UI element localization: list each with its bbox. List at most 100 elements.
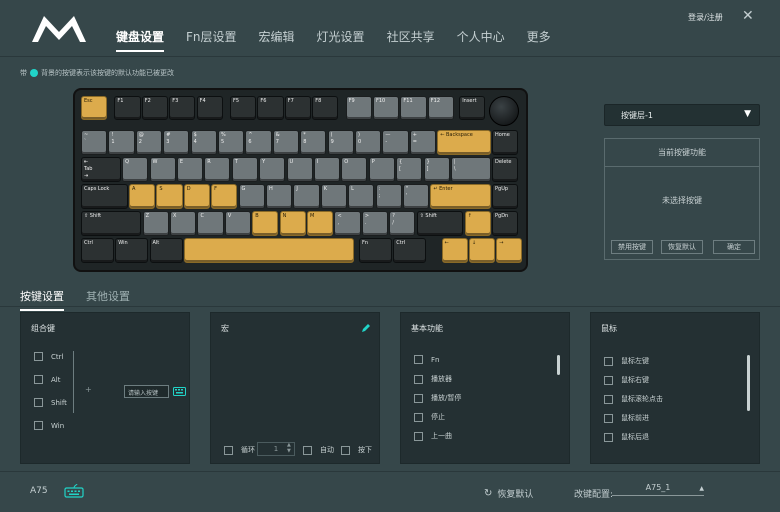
key-5-4[interactable]: Fn [359, 238, 393, 263]
key-4-7[interactable]: M [307, 211, 334, 236]
mouse-item-right[interactable]: 鼠标右键 [604, 375, 649, 385]
checkbox-box[interactable] [604, 394, 613, 404]
disable-key-button[interactable]: 禁用按键 [611, 240, 653, 254]
keyboard-device-icon[interactable] [64, 484, 84, 498]
tab-key-settings[interactable]: 按键设置 [20, 288, 64, 311]
basic-item-play-pause[interactable]: 播放/暂停 [414, 393, 461, 403]
key-3-12[interactable]: ↵ Enter [430, 184, 491, 209]
key-5-6[interactable]: ← [441, 238, 468, 263]
key-1-4[interactable]: $ 4 [190, 130, 217, 155]
macro-auto-checkbox[interactable]: 自动 [303, 445, 334, 455]
login-link[interactable]: 登录/注册 [688, 12, 723, 23]
mouse-scrollbar[interactable] [747, 355, 750, 411]
key-1-8[interactable]: * 8 [300, 130, 327, 155]
key-1-6[interactable]: ^ 6 [245, 130, 272, 155]
basic-item-previous[interactable]: 上一曲 [414, 431, 452, 441]
basic-scrollbar[interactable] [557, 355, 560, 375]
close-icon[interactable]: ✕ [742, 8, 754, 24]
key-1-13[interactable]: ← Backspace [437, 130, 491, 155]
key-2-12[interactable]: } ] [423, 157, 450, 182]
nav-fn-layer[interactable]: Fn层设置 [186, 28, 237, 52]
key-0-0[interactable]: Esc [81, 96, 108, 120]
key-2-8[interactable]: I [313, 157, 341, 182]
modifier-ctrl-checkbox[interactable]: Ctrl [34, 352, 63, 361]
key-1-9[interactable]: ( 9 [327, 130, 354, 155]
key-0-6[interactable]: F6 [257, 96, 284, 120]
stepper-arrows-icon[interactable]: ▲ ▼ [287, 442, 291, 454]
key-0-2[interactable]: F2 [141, 96, 168, 120]
key-3-13[interactable]: PgUp [492, 184, 519, 209]
nav-community[interactable]: 社区共享 [387, 28, 435, 52]
checkbox-box[interactable] [34, 421, 43, 430]
key-4-3[interactable]: C [197, 211, 224, 236]
key-3-1[interactable]: A [128, 184, 156, 209]
key-3-7[interactable]: J [293, 184, 320, 209]
key-2-11[interactable]: { [ [396, 157, 423, 182]
nav-macro-edit[interactable]: 宏编辑 [259, 28, 295, 52]
modifier-shift-checkbox[interactable]: Shift [34, 398, 67, 407]
key-3-9[interactable]: L [348, 184, 375, 209]
key-3-4[interactable]: F [211, 184, 238, 209]
restore-default-key-button[interactable]: 恢复默认 [661, 240, 703, 254]
key-3-6[interactable]: H [265, 184, 293, 209]
checkbox-box[interactable] [303, 445, 312, 455]
checkbox-box[interactable] [414, 431, 423, 441]
key-1-2[interactable]: @ 2 [135, 130, 162, 155]
key-2-6[interactable]: Y [259, 157, 286, 182]
confirm-button[interactable]: 确定 [713, 240, 755, 254]
rotary-knob[interactable] [489, 96, 519, 126]
mouse-item-left[interactable]: 鼠标左键 [604, 356, 649, 366]
key-2-1[interactable]: Q [122, 157, 149, 182]
key-2-2[interactable]: W [149, 157, 176, 182]
nav-lighting[interactable]: 灯光设置 [317, 28, 365, 52]
key-2-3[interactable]: E [176, 157, 204, 182]
checkbox-box[interactable] [34, 352, 43, 361]
key-1-11[interactable]: — - [382, 130, 409, 155]
macro-loop-checkbox[interactable]: 循环 [224, 445, 255, 455]
key-4-1[interactable]: Z [142, 211, 169, 236]
key-1-3[interactable]: # 3 [163, 130, 190, 155]
mouse-item-wheel-click[interactable]: 鼠标滚轮点击 [604, 394, 663, 404]
checkbox-box[interactable] [341, 445, 350, 455]
key-4-5[interactable]: B [252, 211, 279, 236]
key-5-1[interactable]: Win [115, 238, 149, 263]
basic-item-fn[interactable]: Fn [414, 355, 439, 364]
key-3-10[interactable]: : ; [375, 184, 402, 209]
config-select[interactable]: A75_1 ▲ [612, 483, 704, 496]
key-2-5[interactable]: T [231, 157, 258, 182]
key-2-7[interactable]: U [286, 157, 313, 182]
key-0-3[interactable]: F3 [169, 96, 196, 120]
modifier-win-checkbox[interactable]: Win [34, 421, 64, 430]
key-0-8[interactable]: F8 [312, 96, 339, 120]
keyboard-icon[interactable] [173, 387, 186, 396]
key-5-5[interactable]: Ctrl [393, 238, 427, 263]
key-4-9[interactable]: > . [361, 211, 389, 236]
key-1-14[interactable]: Home [492, 130, 519, 155]
mouse-item-forward[interactable]: 鼠标前进 [604, 413, 649, 423]
edit-pencil-icon[interactable] [361, 323, 371, 333]
key-5-8[interactable]: → [496, 238, 523, 263]
checkbox-box[interactable] [604, 413, 613, 423]
key-4-2[interactable]: X [170, 211, 197, 236]
key-2-14[interactable]: Delete [492, 157, 519, 182]
key-2-13[interactable]: | \ [450, 157, 491, 182]
key-2-9[interactable]: O [341, 157, 368, 182]
key-4-8[interactable]: < , [334, 211, 361, 236]
key-4-6[interactable]: N [279, 211, 306, 236]
checkbox-box[interactable] [604, 356, 613, 366]
key-3-11[interactable]: " ' [402, 184, 430, 209]
key-1-1[interactable]: ! 1 [108, 130, 135, 155]
key-3-2[interactable]: S [156, 184, 183, 209]
key-4-4[interactable]: V [224, 211, 252, 236]
key-5-2[interactable]: Alt [149, 238, 183, 263]
checkbox-box[interactable] [34, 398, 43, 407]
key-layer-select[interactable]: 按键层-1 ▼ [604, 104, 760, 126]
nav-more[interactable]: 更多 [527, 28, 551, 52]
key-1-0[interactable]: ~ ` [81, 130, 108, 155]
key-3-5[interactable]: G [238, 184, 265, 209]
key-0-7[interactable]: F7 [284, 96, 311, 120]
checkbox-box[interactable] [34, 375, 43, 384]
key-2-10[interactable]: P [368, 157, 395, 182]
key-5-0[interactable]: Ctrl [81, 238, 115, 263]
restore-default-button[interactable]: ↻ 恢复默认 [484, 487, 533, 500]
